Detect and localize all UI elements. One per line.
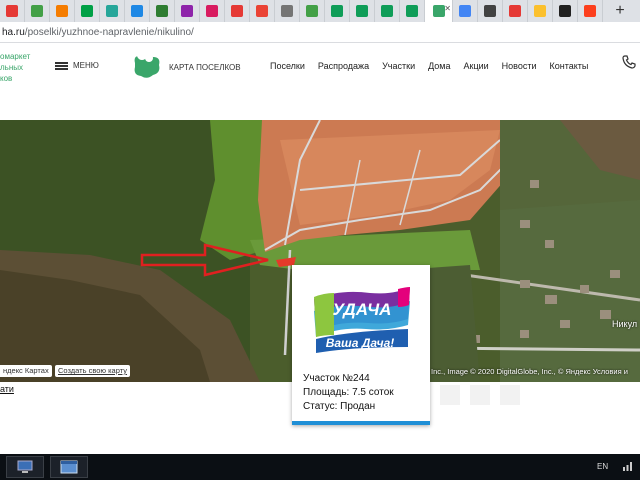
- tagline-line: омаркет: [0, 52, 31, 61]
- home-icon: [281, 5, 293, 17]
- w-icon: [181, 5, 193, 17]
- nav-item-promos[interactable]: Акции: [464, 61, 489, 71]
- triangle-icon: [106, 5, 118, 17]
- avito-icon: [81, 5, 93, 17]
- open-in-yandex-maps-link[interactable]: ндекс Картах: [0, 365, 52, 377]
- taskbar: [0, 454, 640, 480]
- yandex-icon: [584, 5, 596, 17]
- browser-tab[interactable]: [503, 0, 528, 22]
- window-icon: [60, 460, 78, 474]
- plus-circle-icon: [559, 5, 571, 17]
- phone-icon[interactable]: [622, 55, 636, 69]
- nav-item-poselki[interactable]: Поселки: [270, 61, 305, 71]
- circle-icon: [131, 5, 143, 17]
- browser-tab[interactable]: [300, 0, 325, 22]
- menu-button[interactable]: МЕНЮ: [55, 61, 99, 70]
- house-icon: [306, 5, 318, 17]
- logo-text: КАРТА ПОСЕЛКОВ: [169, 62, 241, 72]
- browser-tab[interactable]: [250, 0, 275, 22]
- sheets-icon: [381, 5, 393, 17]
- brand-tagline[interactable]: омаркет льных ков: [0, 51, 30, 84]
- tagline-line: льных: [0, 63, 24, 72]
- plot-number: Участок №244: [303, 373, 370, 384]
- maps-pin-icon: [231, 5, 243, 17]
- map-copyright: Inc., Image © 2020 DigitalGlobe, Inc., ©…: [431, 367, 628, 376]
- computer-icon: [17, 460, 33, 473]
- logo-subtitle: Ваша Дача!: [326, 336, 395, 350]
- dns-icon: [56, 5, 68, 17]
- tagline-line: ков: [0, 74, 13, 83]
- browser-tab[interactable]: [350, 0, 375, 22]
- plot-area: Площадь: 7.5 соток: [303, 387, 394, 398]
- url-text[interactable]: ha.ru/poselki/yuzhnoe-napravlenie/nikuli…: [0, 27, 194, 38]
- envelope-icon: [534, 5, 546, 17]
- gb-icon: [6, 5, 18, 17]
- below-map-link[interactable]: ати: [0, 384, 14, 394]
- nav-item-houses[interactable]: Дома: [428, 61, 450, 71]
- plot-status: Статус: Продан: [303, 401, 376, 412]
- plot-info-popup: УДАЧА Ваша Дача! Участок №244 Площадь: 7…: [292, 265, 430, 425]
- browser-tab[interactable]: [125, 0, 150, 22]
- browser-tab[interactable]: ✕: [425, 0, 453, 22]
- village-label: Никул: [612, 319, 638, 329]
- check-icon: [31, 5, 43, 17]
- taskbar-computer-button[interactable]: [6, 456, 44, 478]
- ball-icon: [509, 5, 521, 17]
- browser-tab[interactable]: [275, 0, 300, 22]
- sheets-icon: [356, 5, 368, 17]
- logo-title: УДАЧА: [333, 300, 392, 319]
- popup-accent-bar: [292, 421, 430, 425]
- faint-watermark: [440, 380, 550, 417]
- t-icon: [156, 5, 168, 17]
- hamburger-icon: [55, 61, 68, 70]
- browser-tab[interactable]: [200, 0, 225, 22]
- browser-tab[interactable]: [175, 0, 200, 22]
- mail-icon: [256, 5, 268, 17]
- watermark-graphic: [440, 385, 520, 405]
- browser-tab[interactable]: [25, 0, 50, 22]
- url-host: ha.ru: [2, 26, 25, 38]
- browser-tab[interactable]: [375, 0, 400, 22]
- sh-icon: [484, 5, 496, 17]
- browser-tab[interactable]: [150, 0, 175, 22]
- address-bar[interactable]: ha.ru/poselki/yuzhnoe-napravlenie/nikuli…: [0, 22, 640, 43]
- browser-tab[interactable]: [225, 0, 250, 22]
- create-map-link[interactable]: Создать свою карту: [55, 365, 131, 377]
- new-tab-icon[interactable]: +: [609, 0, 631, 22]
- site-header: омаркет льных ков МЕНЮ КАРТА ПОСЕЛКОВ По…: [0, 43, 640, 120]
- menu-label: МЕНЮ: [73, 61, 99, 70]
- play-icon: [206, 5, 218, 17]
- nav-item-sale[interactable]: Распродажа: [318, 61, 369, 71]
- browser-tab[interactable]: [0, 0, 25, 22]
- nav-item-plots[interactable]: Участки: [382, 61, 415, 71]
- browser-tab[interactable]: [578, 0, 603, 22]
- browser-tab-strip: ✕ +: [0, 0, 640, 22]
- sheets-icon: [331, 5, 343, 17]
- browser-tab[interactable]: [75, 0, 100, 22]
- keyboard-language-indicator[interactable]: EN: [597, 462, 608, 471]
- map-logo[interactable]: КАРТА ПОСЕЛКОВ: [131, 53, 241, 81]
- url-path: /poselki/yuzhnoe-napravlenie/nikulino/: [24, 26, 194, 38]
- map-pin-logo-icon: [134, 53, 160, 78]
- browser-tab[interactable]: [478, 0, 503, 22]
- browser-tab[interactable]: [50, 0, 75, 22]
- browser-tab[interactable]: [453, 0, 478, 22]
- udacha-logo: УДАЧА Ваша Дача!: [314, 287, 410, 353]
- browser-tab[interactable]: [553, 0, 578, 22]
- mosaic-icon: [459, 5, 471, 17]
- nav-item-news[interactable]: Новости: [502, 61, 537, 71]
- network-icon[interactable]: [622, 460, 634, 472]
- nav-item-contacts[interactable]: Контакты: [550, 61, 589, 71]
- close-tab-icon[interactable]: ✕: [444, 4, 451, 13]
- browser-tab[interactable]: [100, 0, 125, 22]
- browser-tab[interactable]: [528, 0, 553, 22]
- browser-tab[interactable]: [400, 0, 425, 22]
- main-nav: Поселки Распродажа Участки Дома Акции Но…: [270, 61, 601, 71]
- browser-tab[interactable]: [325, 0, 350, 22]
- active-tab-icon: [432, 5, 445, 17]
- taskbar-window-button[interactable]: [50, 456, 88, 478]
- sheets-icon: [406, 5, 418, 17]
- plot-details: Участок №244 Площадь: 7.5 соток Статус: …: [303, 372, 394, 414]
